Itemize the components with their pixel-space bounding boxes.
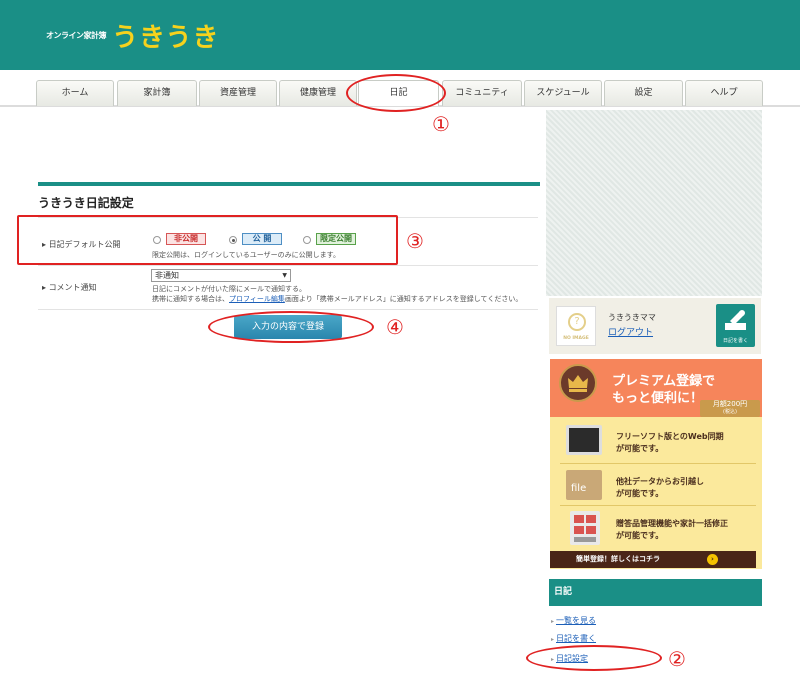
file-folder-icon: file bbox=[566, 470, 602, 500]
annotation-number-2: ② bbox=[668, 647, 686, 671]
row-divider bbox=[38, 265, 538, 266]
tab-assets[interactable]: 資産管理 bbox=[199, 80, 277, 106]
row-divider bbox=[38, 309, 538, 310]
comment-notify-select[interactable]: 非通知 ▼ bbox=[151, 269, 291, 282]
annotation-number-3: ③ bbox=[406, 229, 424, 253]
arrow-right-icon: › bbox=[707, 554, 718, 565]
profile-edit-link[interactable]: プロフィール編集 bbox=[229, 295, 285, 303]
site-header: オンライン家計簿 うきうき bbox=[0, 0, 800, 70]
premium-subtitle: もっと便利に！ bbox=[612, 391, 704, 406]
select-value: 非通知 bbox=[155, 271, 179, 280]
monitor-icon bbox=[566, 425, 602, 455]
comment-notify-note: 日記にコメントが付いた際にメールで通知する。 bbox=[152, 285, 306, 293]
tab-schedule[interactable]: スケジュール bbox=[524, 80, 602, 106]
tab-community[interactable]: コミュニティ bbox=[442, 80, 522, 106]
feature-sync: フリーソフト版とのWeb同期 が可能です。 bbox=[616, 432, 724, 453]
username: うきうきママ bbox=[608, 313, 656, 322]
tab-settings[interactable]: 設定 bbox=[604, 80, 683, 106]
section-divider bbox=[38, 182, 540, 186]
comment-notify-label: ▸ コメント通知 bbox=[42, 283, 97, 292]
tab-help[interactable]: ヘルプ bbox=[685, 80, 763, 106]
chevron-down-icon: ▼ bbox=[282, 272, 287, 279]
crown-icon bbox=[559, 364, 597, 402]
comment-notify-mobile-note: 携帯に通知する場合は、プロフィール編集画面より「携帯メールアドレス」に通知するア… bbox=[152, 295, 523, 303]
annotation-ring-diary-tab bbox=[346, 74, 446, 112]
tab-household-account[interactable]: 家計簿 bbox=[117, 80, 197, 106]
annotation-box-default-public bbox=[17, 215, 398, 265]
logout-link[interactable]: ログアウト bbox=[608, 325, 653, 338]
annotation-ring-diary-settings bbox=[526, 645, 662, 671]
diary-list-link[interactable]: 一覧を見る bbox=[551, 615, 596, 626]
tab-home[interactable]: ホーム bbox=[36, 80, 114, 106]
premium-cta-button[interactable]: 簡単登録！詳しくはコチラ › bbox=[550, 551, 756, 568]
annotation-number-1: ① bbox=[432, 112, 450, 136]
feature-divider bbox=[560, 505, 756, 506]
price-badge: 月額200円 (税込) bbox=[700, 400, 760, 417]
logo-tagline: オンライン家計簿 bbox=[46, 31, 107, 40]
write-diary-button[interactable]: 日記を書く bbox=[716, 304, 755, 347]
annotation-number-4: ④ bbox=[386, 315, 404, 339]
calculator-icon bbox=[570, 511, 600, 545]
avatar: ? NO IMAGE bbox=[556, 306, 596, 346]
pen-icon bbox=[725, 310, 746, 330]
page-title: うきうき日記設定 bbox=[38, 196, 134, 210]
avatar-placeholder-text: NO IMAGE bbox=[563, 336, 589, 341]
diary-menu-title: 日記 bbox=[549, 579, 762, 606]
annotation-ring-submit bbox=[208, 311, 374, 343]
ad-area bbox=[546, 110, 762, 296]
diary-write-link[interactable]: 日記を書く bbox=[551, 633, 596, 644]
site-logo[interactable]: うきうき bbox=[112, 17, 219, 54]
file-icon-label: file bbox=[571, 483, 587, 494]
feature-divider bbox=[560, 463, 756, 464]
feature-gift-management: 贈答品管理機能や家計一括修正 が可能です。 bbox=[616, 519, 728, 540]
no-image-icon: ? bbox=[568, 313, 586, 331]
write-diary-label: 日記を書く bbox=[722, 338, 748, 344]
feature-migration: 他社データからお引越し が可能です。 bbox=[616, 477, 704, 498]
